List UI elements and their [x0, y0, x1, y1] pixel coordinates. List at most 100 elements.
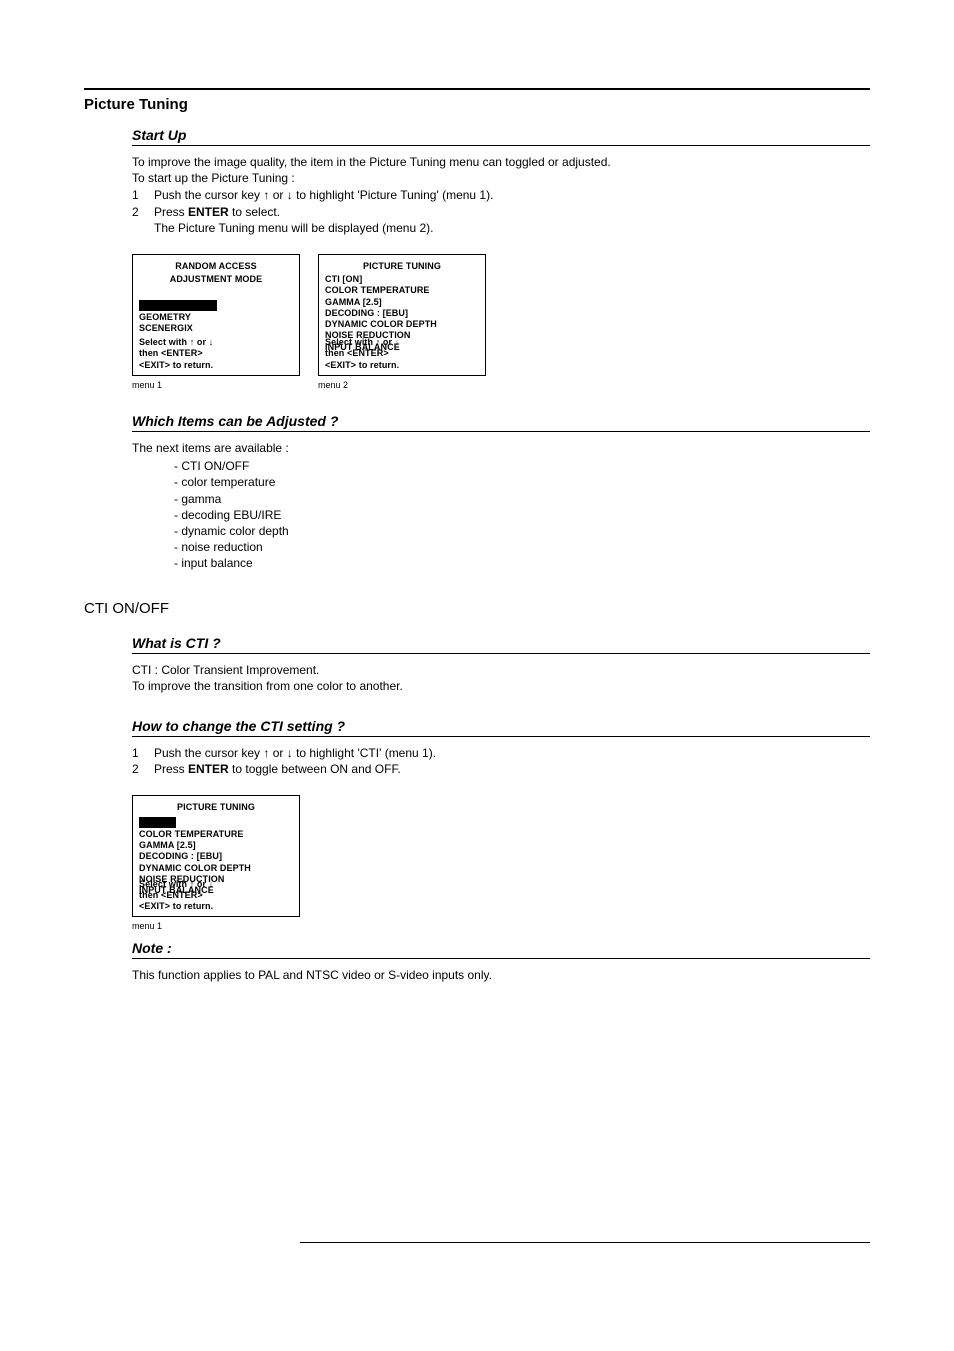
t1a: Push the cursor key [154, 746, 263, 760]
t2a: Press [154, 762, 188, 776]
t1b: or [269, 746, 286, 760]
whatis-rule [132, 653, 870, 654]
t1c: to highlight 'CTI' (menu 1). [293, 746, 436, 760]
step-text: Push the cursor key ↑ or ↓ to highlight … [154, 745, 870, 761]
menu3-exit: <EXIT> to return. [139, 901, 293, 912]
spacer [139, 287, 293, 298]
whatis-body: CTI : Color Transient Improvement. To im… [132, 662, 870, 694]
menu2-l4: DECODING : [EBU] [325, 308, 479, 319]
menu2-l3: GAMMA [2.5] [325, 297, 479, 308]
whatis-heading-wrap: What is CTI ? [132, 635, 870, 654]
startup-steps: 1 Push the cursor key ↑ or ↓ to highligh… [132, 187, 870, 236]
menu1-box: RANDOM ACCESS ADJUSTMENT MODE PICTURE TU… [132, 254, 300, 376]
menu1-sel: Select with ↑ or ↓ then <ENTER> [139, 337, 293, 360]
menu2-title: PICTURE TUNING [325, 261, 479, 272]
step-text: Press ENTER to toggle between ON and OFF… [154, 761, 870, 777]
menu2-l5: DYNAMIC COLOR DEPTH [325, 319, 479, 330]
menu3-sel: Select with ↑ or ↓ then <ENTER> [139, 879, 293, 902]
menu3-title: PICTURE TUNING [139, 802, 293, 813]
note-rule [132, 958, 870, 959]
step-num: 1 [132, 187, 154, 203]
howchange-heading: How to change the CTI setting ? [132, 718, 870, 734]
page: Picture Tuning Start Up To improve the i… [0, 0, 954, 1351]
startup-step-2: 2 Press ENTER to select. The Picture Tun… [132, 204, 870, 236]
menu3-wrap: PICTURE TUNING CTI [ON] COLOR TEMPERATUR… [132, 795, 300, 932]
note-p1: This function applies to PAL and NTSC vi… [132, 967, 870, 983]
top-rule [84, 88, 870, 90]
howchange-steps: 1 Push the cursor key ↑ or ↓ to highligh… [132, 745, 870, 777]
down-arrow-icon: ↓ [209, 337, 214, 347]
menu2-wrap: PICTURE TUNING CTI [ON] COLOR TEMPERATUR… [318, 254, 486, 391]
note-heading: Note : [132, 940, 870, 956]
startup-p1: To improve the image quality, the item i… [132, 154, 870, 170]
startup-heading: Start Up [132, 127, 870, 143]
t2b: ENTER [188, 205, 229, 219]
menu2-box: PICTURE TUNING CTI [ON] COLOR TEMPERATUR… [318, 254, 486, 376]
section-title: Picture Tuning [84, 96, 870, 113]
menu3-highlight: CTI [ON] [139, 817, 176, 828]
howchange-body: 1 Push the cursor key ↑ or ↓ to highligh… [132, 745, 870, 933]
step-text: Push the cursor key ↑ or ↓ to highlight … [154, 187, 870, 203]
startup-step-1: 1 Push the cursor key ↑ or ↓ to highligh… [132, 187, 870, 203]
t2d: The Picture Tuning menu will be displaye… [154, 221, 433, 235]
menu2-l1: CTI [ON] [325, 274, 479, 285]
menu3-l4: DECODING : [EBU] [139, 851, 293, 862]
menu3-box: PICTURE TUNING CTI [ON] COLOR TEMPERATUR… [132, 795, 300, 917]
step-text: Press ENTER to select. The Picture Tunin… [154, 204, 870, 236]
menu1-exit: <EXIT> to return. [139, 360, 293, 371]
which-rule [132, 431, 870, 432]
t2b: ENTER [188, 762, 229, 776]
step-num: 2 [132, 204, 154, 236]
which-i3: - gamma [174, 491, 870, 507]
which-body: The next items are available : - CTI ON/… [132, 440, 870, 572]
menu2-l2: COLOR TEMPERATURE [325, 285, 479, 296]
which-i2: - color temperature [174, 474, 870, 490]
footer-rule [300, 1242, 870, 1243]
menu1-nav: Select with ↑ or ↓ then <ENTER> <EXIT> t… [133, 337, 299, 371]
which-i5: - dynamic color depth [174, 523, 870, 539]
menu1-l1: GEOMETRY [139, 312, 293, 323]
step-num: 1 [132, 745, 154, 761]
startup-p2: To start up the Picture Tuning : [132, 170, 870, 186]
t2a: Press [154, 205, 188, 219]
howchange-step-1: 1 Push the cursor key ↑ or ↓ to highligh… [132, 745, 870, 761]
t1a: Push the cursor key [154, 188, 263, 202]
which-i7: - input balance [174, 555, 870, 571]
menu1-highlight: PICTURE TUNING [139, 300, 217, 311]
which-i1: - CTI ON/OFF [174, 458, 870, 474]
menu1-wrap: RANDOM ACCESS ADJUSTMENT MODE PICTURE TU… [132, 254, 300, 391]
which-i6: - noise reduction [174, 539, 870, 555]
menu3-nav: Select with ↑ or ↓ then <ENTER> <EXIT> t… [133, 879, 299, 913]
howchange-step-2: 2 Press ENTER to toggle between ON and O… [132, 761, 870, 777]
menu-row-2: PICTURE TUNING CTI [ON] COLOR TEMPERATUR… [132, 795, 870, 932]
startup-rule [132, 145, 870, 146]
menu2-caption: menu 2 [318, 379, 486, 391]
menu1-title2: ADJUSTMENT MODE [139, 274, 293, 285]
menu2-exit: <EXIT> to return. [325, 360, 479, 371]
which-heading-wrap: Which Items can be Adjusted ? [132, 413, 870, 432]
t2c: to toggle between ON and OFF. [229, 762, 401, 776]
which-heading: Which Items can be Adjusted ? [132, 413, 870, 429]
t1b: or [269, 188, 286, 202]
howchange-heading-wrap: How to change the CTI setting ? [132, 718, 870, 737]
menu3-l2: COLOR TEMPERATURE [139, 829, 293, 840]
howchange-rule [132, 736, 870, 737]
step-num: 2 [132, 761, 154, 777]
which-intro: The next items are available : [132, 440, 870, 456]
note-body: This function applies to PAL and NTSC vi… [132, 967, 870, 983]
startup-body: To improve the image quality, the item i… [132, 154, 870, 391]
t2c: to select. [229, 205, 280, 219]
menu3-caption: menu 1 [132, 920, 300, 932]
down-arrow-icon: ↓ [209, 879, 214, 889]
menu1-caption: menu 1 [132, 379, 300, 391]
whatis-heading: What is CTI ? [132, 635, 870, 651]
down-arrow-icon: ↓ [395, 337, 400, 347]
menu-row-1: RANDOM ACCESS ADJUSTMENT MODE PICTURE TU… [132, 254, 870, 391]
menu2-nav: Select with ↑ or ↓ then <ENTER> <EXIT> t… [319, 337, 485, 371]
which-list: - CTI ON/OFF - color temperature - gamma… [174, 458, 870, 571]
menu2-sel: Select with ↑ or ↓ then <ENTER> [325, 337, 479, 360]
menu3-l3: GAMMA [2.5] [139, 840, 293, 851]
note-heading-wrap: Note : [132, 940, 870, 959]
startup-heading-wrap: Start Up [132, 127, 870, 146]
menu1-l2: SCENERGIX [139, 323, 293, 334]
